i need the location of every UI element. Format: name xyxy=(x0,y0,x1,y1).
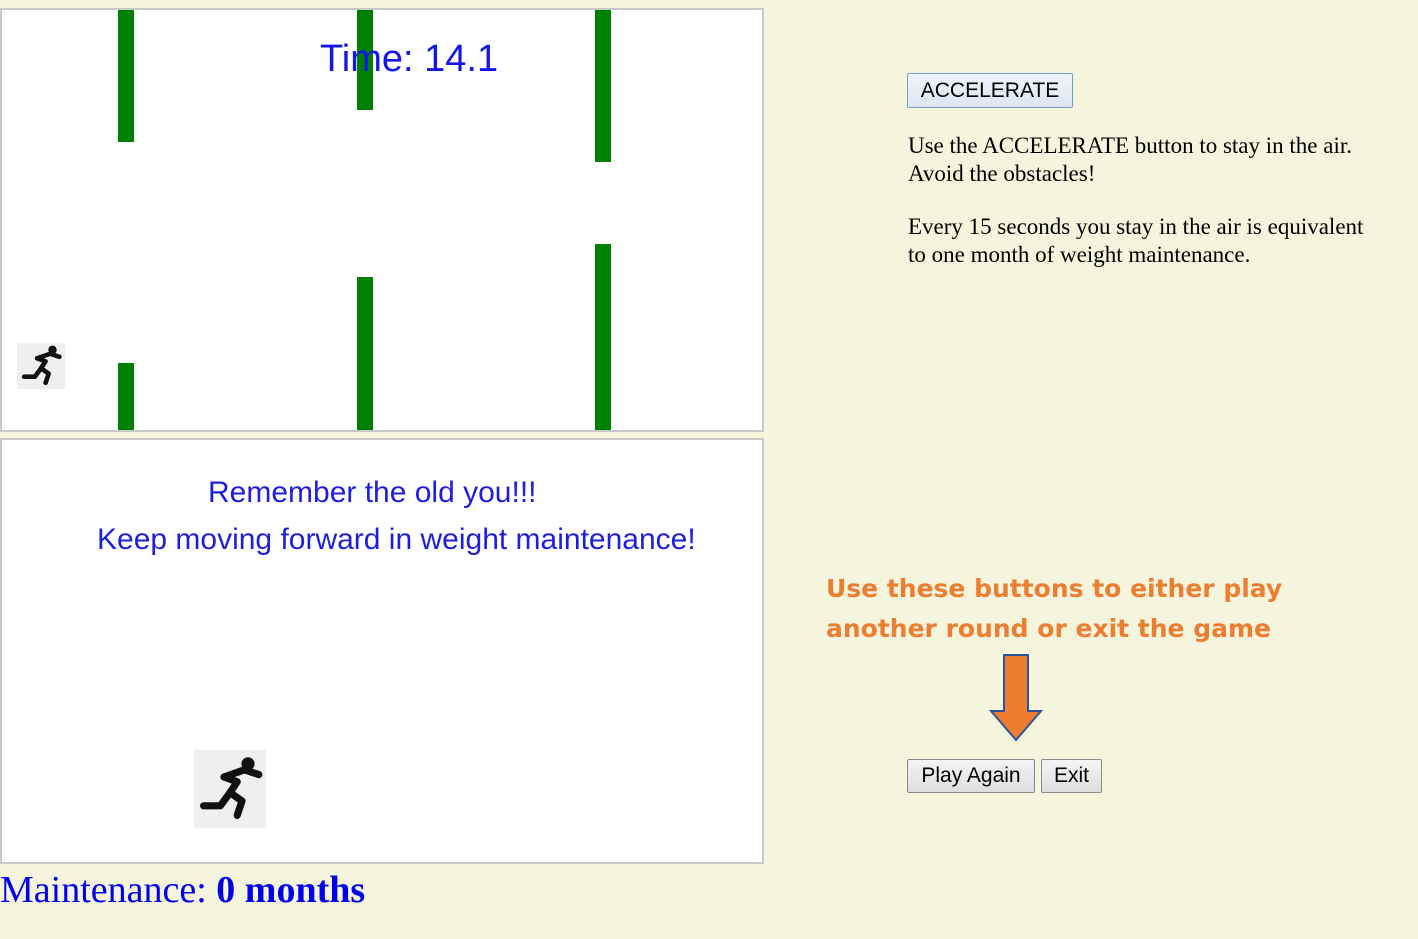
exit-button[interactable]: Exit xyxy=(1041,759,1102,793)
motivation-message-line: Keep moving forward in weight maintenanc… xyxy=(97,523,696,556)
running-man-icon xyxy=(194,750,266,828)
callout-line: Use these buttons to either play xyxy=(826,574,1283,603)
message-panel: Remember the old you!!! Keep moving forw… xyxy=(0,438,764,864)
instructions-paragraph: Every 15 seconds you stay in the air is … xyxy=(908,214,1364,267)
maintenance-label: Maintenance: xyxy=(0,869,217,911)
down-arrow-icon xyxy=(988,653,1044,743)
game-canvas: Time: 14.1 xyxy=(0,8,764,432)
maintenance-value: 0 months xyxy=(216,869,366,911)
obstacle-top xyxy=(595,10,611,162)
accelerate-button[interactable]: ACCELERATE xyxy=(907,73,1073,108)
callout-line: another round or exit the game xyxy=(826,614,1271,643)
play-again-button[interactable]: Play Again xyxy=(907,759,1035,793)
obstacle-bottom xyxy=(118,363,134,430)
obstacle-bottom xyxy=(357,277,373,430)
instructions-paragraph: Use the ACCELERATE button to stay in the… xyxy=(908,133,1352,186)
motivation-message-line: Remember the old you!!! xyxy=(208,476,537,509)
obstacle-bottom xyxy=(595,244,611,430)
maintenance-status: Maintenance: 0 months xyxy=(0,868,365,914)
running-man-icon xyxy=(17,343,65,389)
game-timer: Time: 14.1 xyxy=(320,38,499,80)
obstacle-top xyxy=(118,10,134,142)
callout-annotation: Use these buttons to either play another… xyxy=(826,569,1282,649)
